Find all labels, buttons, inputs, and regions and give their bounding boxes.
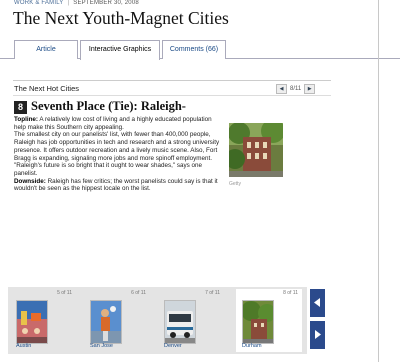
article-date: SEPTEMBER 30, 2008 — [73, 0, 139, 6]
arrow-right-icon — [315, 330, 321, 339]
page-title: The Next Youth-Magnet Cities — [13, 8, 229, 28]
downside-paragraph: Downside: Raleigh has few critics; the w… — [14, 178, 222, 193]
thumbnail-next-button[interactable] — [310, 321, 325, 349]
thumbnail-label[interactable]: Denver — [164, 343, 182, 349]
slide-pager: ◀ 8/11 ▶ — [276, 84, 316, 94]
thumbnail-label[interactable]: San Jose — [90, 343, 113, 349]
previous-slide-button[interactable]: ◀ — [276, 84, 287, 94]
thumbnail-count: 5 of 11 — [57, 290, 72, 296]
city-heading: Seventh Place (Tie): Raleigh- — [31, 99, 186, 113]
thumbnail-count: 6 of 11 — [131, 290, 146, 296]
section-link[interactable]: WORK & FAMILY — [14, 0, 64, 6]
meta-separator: | — [67, 0, 70, 6]
thumbnail-san-jose[interactable]: 6 of 11 San Jose — [84, 289, 150, 352]
thumbnail-label[interactable]: Austin — [16, 343, 31, 349]
next-slide-button[interactable]: ▶ — [304, 84, 316, 94]
photo-credit: Getty — [229, 181, 241, 187]
thumbnail-denver[interactable]: 7 of 11 Denver — [158, 289, 224, 352]
section-divider-2 — [13, 95, 331, 96]
graphic-section-title: The Next Hot Cities — [14, 84, 80, 93]
downside-label: Downside: — [14, 177, 46, 185]
slide-counter: 8/11 — [290, 86, 302, 92]
body-paragraph: The smallest city on our panelists' list… — [14, 131, 220, 177]
city-photo — [229, 123, 283, 177]
thumbnail-count: 7 of 11 — [205, 290, 220, 296]
city-description: Topline: A relatively low cost of living… — [14, 116, 222, 193]
thumbnail-image — [164, 300, 196, 344]
thumbnail-count: 8 of 11 — [283, 290, 298, 296]
thumbnail-prev-button[interactable] — [310, 289, 325, 317]
thumbnail-image — [90, 300, 122, 344]
thumbnail-label[interactable]: Durham — [242, 343, 262, 349]
topline-label: Topline: — [14, 116, 39, 123]
thumbnail-durham[interactable]: 8 of 11 Durham — [236, 289, 302, 352]
article-meta: WORK & FAMILY | SEPTEMBER 30, 2008 — [14, 0, 139, 6]
arrow-left-icon — [314, 298, 320, 307]
thumbnail-image — [16, 300, 48, 344]
tab-interactive-graphics[interactable]: Interactive Graphics — [80, 40, 160, 60]
topline-text: A relatively low cost of living and a hi… — [14, 116, 212, 131]
page-edge-line — [378, 0, 379, 362]
rank-badge: 8 — [14, 101, 27, 114]
section-divider — [13, 80, 331, 81]
thumbnail-austin[interactable]: 5 of 11 Austin — [10, 289, 76, 352]
tab-article[interactable]: Article — [14, 40, 78, 59]
topline-paragraph: Topline: A relatively low cost of living… — [14, 116, 222, 131]
tab-comments[interactable]: Comments (66) — [162, 40, 226, 59]
thumbnail-image — [242, 300, 274, 344]
